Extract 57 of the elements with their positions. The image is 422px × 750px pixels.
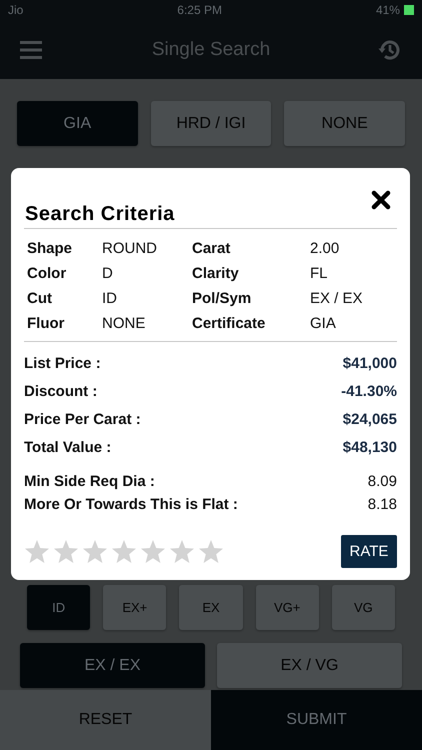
measurement-value: 8.09 xyxy=(368,472,397,491)
criteria-label: Pol/Sym xyxy=(192,289,252,308)
certificate-option[interactable]: NONE xyxy=(284,101,405,146)
battery-percent: 41% xyxy=(376,3,400,17)
criteria-label: Color xyxy=(27,264,68,283)
criteria-value: 2.00 xyxy=(310,239,340,258)
price-value: $48,130 xyxy=(342,438,397,457)
measurement-value: 8.18 xyxy=(368,495,397,514)
criteria-value: EX / EX xyxy=(310,289,364,308)
criteria-value: GIA xyxy=(310,314,337,333)
star-icon[interactable] xyxy=(140,539,166,564)
star-icon[interactable] xyxy=(82,539,108,564)
price-value: $24,065 xyxy=(342,410,397,429)
star-icon[interactable] xyxy=(53,539,79,564)
history-icon[interactable] xyxy=(378,38,402,62)
clock-text: 6:25 PM xyxy=(177,3,222,17)
star-icon[interactable] xyxy=(24,539,50,564)
menu-icon[interactable] xyxy=(20,40,44,60)
criteria-value: ROUND xyxy=(102,239,158,258)
star-icon[interactable] xyxy=(198,539,224,564)
certificate-option[interactable]: HRD / IGI xyxy=(150,101,272,146)
criteria-label: Certificate xyxy=(192,314,266,333)
criteria-label: Carat xyxy=(192,239,232,258)
carrier-text: Jio xyxy=(8,3,24,17)
measurement-label: Min Side Req Dia : xyxy=(24,472,155,491)
polish-symmetry-option[interactable]: EX / VG xyxy=(217,643,402,688)
cut-option[interactable]: VG+ xyxy=(256,585,319,630)
battery-icon xyxy=(404,5,414,15)
screen-title: Single Search xyxy=(152,38,270,60)
criteria-value: FL xyxy=(310,264,329,283)
cut-option[interactable]: VG xyxy=(332,585,395,630)
star-icon[interactable] xyxy=(169,539,195,564)
criteria-label: Fluor xyxy=(27,314,66,333)
price-value: -41.30% xyxy=(341,382,397,401)
rate-button[interactable]: RATE xyxy=(341,535,397,568)
price-label: List Price : xyxy=(24,354,101,373)
cut-option[interactable]: EX+ xyxy=(103,585,166,630)
price-label: Total Value : xyxy=(24,438,112,457)
polish-symmetry-option[interactable]: EX / EX xyxy=(20,643,205,688)
criteria-label: Clarity xyxy=(192,264,240,283)
star-icon[interactable] xyxy=(111,539,137,564)
price-value: $41,000 xyxy=(342,354,397,373)
cut-option[interactable]: ID xyxy=(27,585,90,630)
dialog-title: Search Criteria xyxy=(25,203,175,226)
reset-button[interactable]: RESET xyxy=(0,690,211,750)
certificate-option[interactable]: GIA xyxy=(17,101,138,146)
price-label: Discount : xyxy=(24,382,98,401)
measurement-label: More Or Towards This is Flat : xyxy=(24,495,238,514)
cut-option[interactable]: EX xyxy=(179,585,243,630)
price-label: Price Per Carat : xyxy=(24,410,141,429)
criteria-value: D xyxy=(102,264,114,283)
criteria-value: ID xyxy=(102,289,118,308)
criteria-label: Cut xyxy=(27,289,53,308)
criteria-value: NONE xyxy=(102,314,146,333)
close-icon[interactable] xyxy=(371,190,391,210)
criteria-label: Shape xyxy=(27,239,74,258)
submit-button[interactable]: SUBMIT xyxy=(211,690,422,750)
